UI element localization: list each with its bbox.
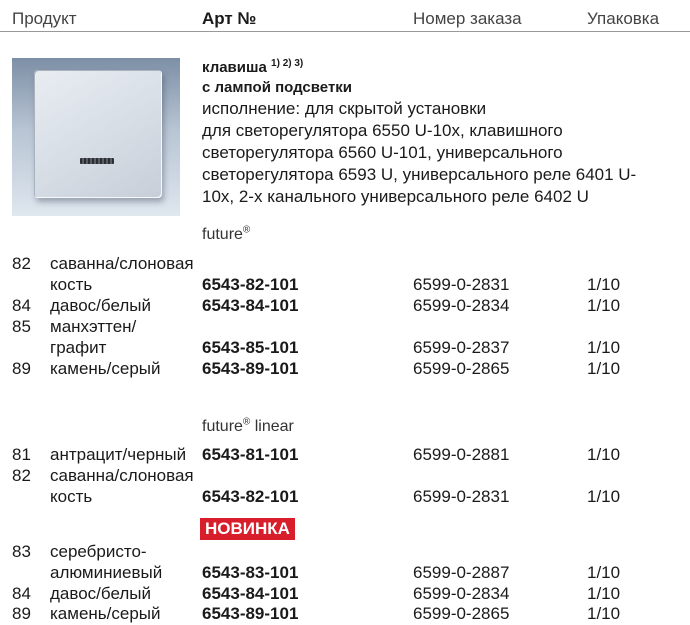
article-number: 6543-82-101 [202, 275, 299, 294]
indicator-lamp [80, 158, 114, 164]
order-number: 6599-0-2865 [413, 359, 510, 378]
product-title: клавиша 1) 2) 3) [202, 58, 304, 77]
order-number: 6599-0-2834 [413, 584, 510, 603]
color-name: графит [50, 338, 107, 357]
packaging: 1/10 [587, 338, 621, 357]
footnote-refs: 1) 2) 3) [271, 58, 304, 69]
color-name: камень/серый [50, 359, 161, 378]
product-subtitle: с лампой подсветки [202, 79, 353, 96]
product-photo [12, 58, 180, 216]
color-code: 89 [12, 359, 31, 378]
registered-mark: ® [242, 224, 251, 236]
packaging: 1/10 [587, 359, 621, 378]
product-description: исполнение: для скрытой установки для св… [202, 98, 636, 208]
description-line: 10x, 2-х канального универсального реле … [202, 187, 589, 206]
color-code: 82 [12, 254, 31, 273]
order-number: 6599-0-2881 [413, 445, 510, 464]
order-number: 6599-0-2865 [413, 604, 510, 623]
table-row: 84 давос/белый 6543-84-101 6599-0-2834 1… [0, 295, 690, 317]
article-number: 6543-82-101 [202, 487, 299, 506]
color-name: серебристо- [50, 542, 147, 561]
article-number: 6543-84-101 [202, 296, 299, 315]
color-name: давос/белый [50, 296, 151, 315]
order-number: 6599-0-2834 [413, 296, 510, 315]
color-name: манхэттен/ [50, 317, 137, 336]
color-code: 85 [12, 317, 31, 336]
table-row: графит 6543-85-101 6599-0-2837 1/10 [0, 337, 690, 359]
color-name: кость [50, 275, 93, 294]
color-code: 89 [12, 604, 31, 623]
article-number: 6543-84-101 [202, 584, 299, 603]
description-line: светорегулятора 6560 U-101, универсально… [202, 143, 563, 162]
color-name: саванна/слоновая [50, 254, 194, 273]
color-name: алюминиевый [50, 563, 163, 582]
packaging: 1/10 [587, 275, 621, 294]
order-number: 6599-0-2887 [413, 563, 510, 582]
color-code: 84 [12, 584, 31, 603]
article-number: 6543-89-101 [202, 359, 299, 378]
article-number: 6543-89-101 [202, 604, 299, 623]
series-name: future [202, 226, 243, 243]
packaging: 1/10 [587, 584, 621, 603]
table-row: 82 саванна/слоновая [0, 253, 690, 275]
color-name: саванна/слоновая [50, 466, 194, 485]
description-line: светорегулятора 6593 U, универсального р… [202, 165, 637, 184]
color-name: давос/белый [50, 584, 151, 603]
series-name: future [202, 418, 243, 435]
column-header-order: Номер заказа [413, 9, 522, 28]
switch-plate [34, 70, 162, 198]
column-header-art: Арт № [202, 9, 257, 28]
series-title-future-linear: future® linear [202, 417, 294, 436]
color-name: кость [50, 487, 93, 506]
packaging: 1/10 [587, 604, 621, 623]
table-row: 84 давос/белый 6543-84-101 6599-0-2834 1… [0, 583, 690, 605]
color-code: 82 [12, 466, 31, 485]
order-number: 6599-0-2837 [413, 338, 510, 357]
new-badge: НОВИНКА [200, 518, 295, 540]
series-suffix: linear [250, 418, 294, 435]
series-title-future: future® [202, 224, 251, 244]
table-row: кость 6543-82-101 6599-0-2831 1/10 [0, 486, 690, 508]
color-code: 83 [12, 542, 31, 561]
column-header-product: Продукт [12, 9, 77, 28]
table-row: 83 серебристо- [0, 541, 690, 563]
color-name: антрацит/черный [50, 445, 187, 464]
table-row: 81 антрацит/черный 6543-81-101 6599-0-28… [0, 444, 690, 466]
table-row: кость 6543-82-101 6599-0-2831 1/10 [0, 274, 690, 296]
order-number: 6599-0-2831 [413, 275, 510, 294]
table-row: 89 камень/серый 6543-89-101 6599-0-2865 … [0, 358, 690, 380]
order-number: 6599-0-2831 [413, 487, 510, 506]
color-name: камень/серый [50, 604, 161, 623]
article-number: 6543-83-101 [202, 563, 299, 582]
packaging: 1/10 [587, 563, 621, 582]
packaging: 1/10 [587, 445, 621, 464]
column-header-pack: Упаковка [587, 9, 660, 28]
product-title-main: клавиша [202, 59, 267, 76]
packaging: 1/10 [587, 296, 621, 315]
article-number: 6543-81-101 [202, 445, 299, 464]
table-row: алюминиевый 6543-83-101 6599-0-2887 1/10 [0, 562, 690, 584]
description-line: для светорегулятора 6550 U-10x, клавишно… [202, 121, 563, 140]
color-code: 84 [12, 296, 31, 315]
table-row: 85 манхэттен/ [0, 316, 690, 338]
table-row: 82 саванна/слоновая [0, 465, 690, 487]
article-number: 6543-85-101 [202, 338, 299, 357]
color-code: 81 [12, 445, 31, 464]
description-line: исполнение: для скрытой установки [202, 99, 487, 118]
header-divider [0, 31, 690, 32]
packaging: 1/10 [587, 487, 621, 506]
table-row: 89 камень/серый 6543-89-101 6599-0-2865 … [0, 603, 690, 625]
